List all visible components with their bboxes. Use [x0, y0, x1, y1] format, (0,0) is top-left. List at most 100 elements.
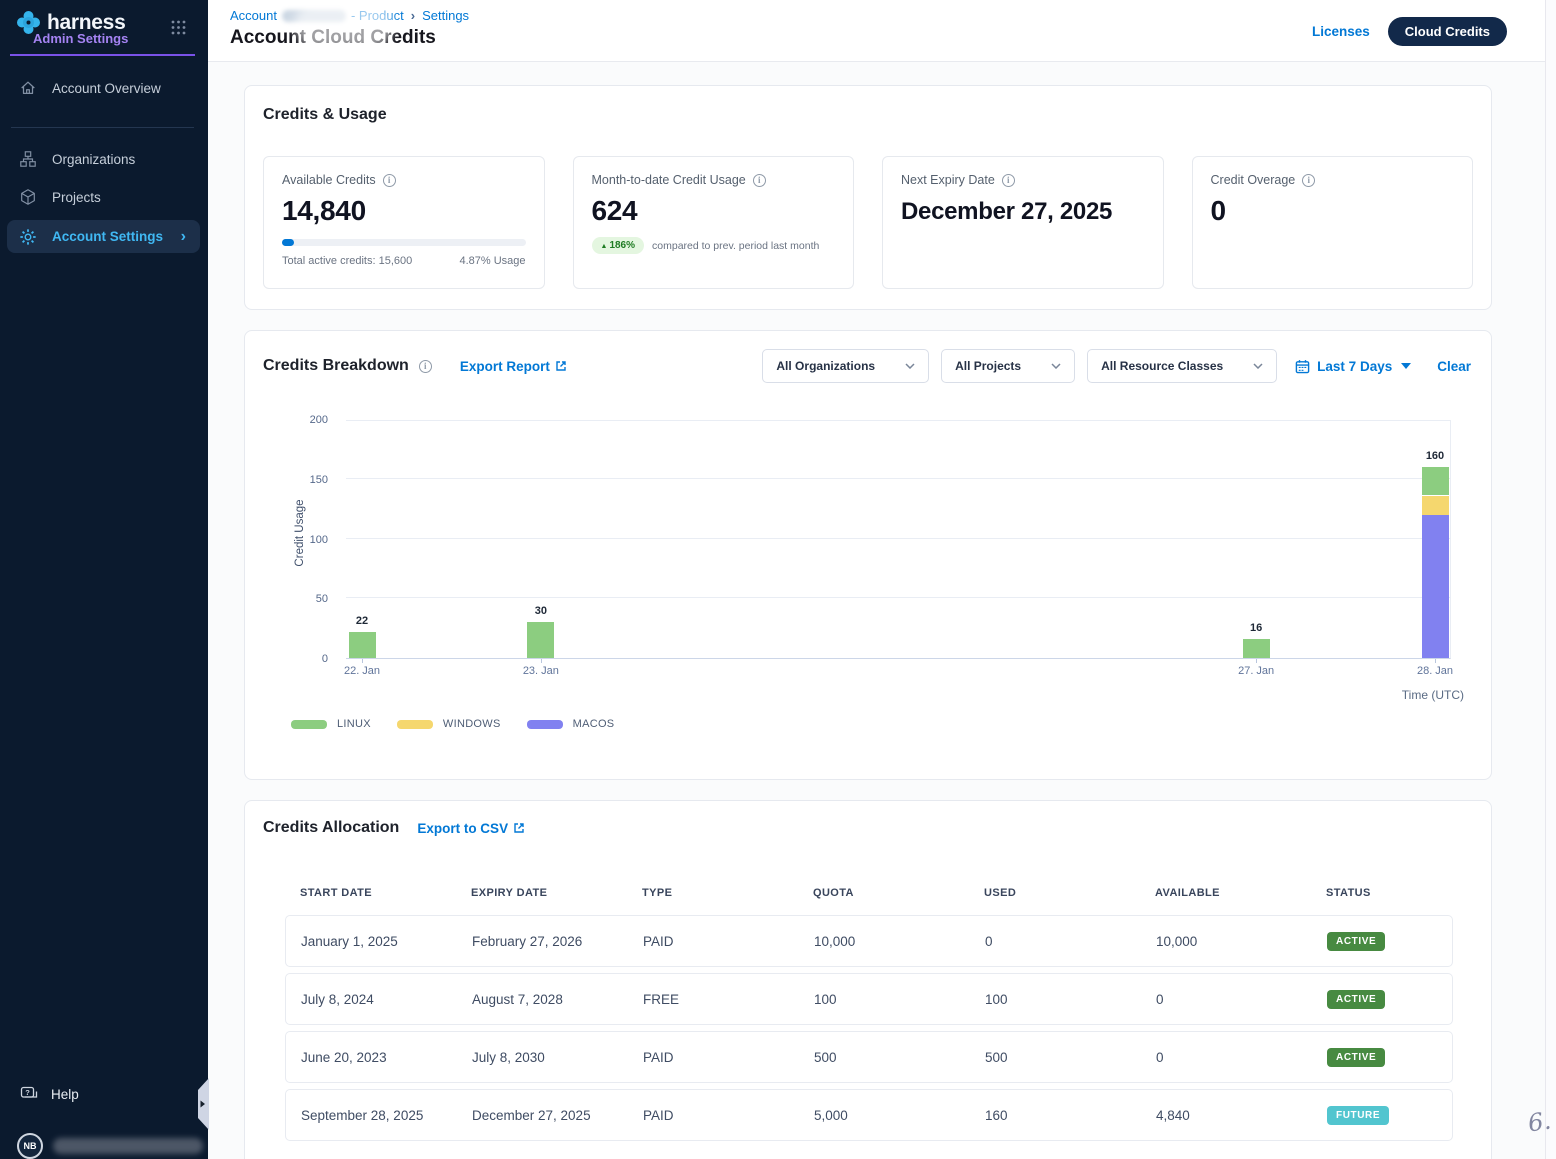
cube-icon — [19, 188, 37, 206]
table-row[interactable]: January 1, 2025February 27, 2026PAID10,0… — [285, 915, 1453, 967]
cell-type: FREE — [643, 992, 814, 1007]
filter-select[interactable]: All Projects — [941, 349, 1075, 383]
gridline — [346, 597, 1450, 598]
info-icon[interactable]: i — [419, 360, 432, 373]
y-tick-label: 100 — [286, 534, 328, 546]
table-row[interactable]: September 28, 2025December 27, 2025PAID5… — [285, 1089, 1453, 1141]
x-tick-label: 22. Jan — [322, 665, 402, 677]
x-tick-label: 23. Jan — [501, 665, 581, 677]
table-row[interactable]: June 20, 2023July 8, 2030PAID5005000ACTI… — [285, 1031, 1453, 1083]
cloud-credits-button[interactable]: Cloud Credits — [1388, 17, 1507, 46]
x-tick-mark — [1256, 659, 1257, 663]
cell-available: 10,000 — [1156, 934, 1327, 949]
y-tick-label: 200 — [286, 414, 328, 426]
sidebar-item-organizations[interactable]: Organizations — [0, 142, 208, 176]
y-tick-label: 0 — [286, 653, 328, 665]
sidebar-item-label: Projects — [52, 190, 101, 205]
credits-usage-panel: Credits & Usage Available Credits i 14,8… — [244, 85, 1492, 310]
info-icon[interactable]: i — [1002, 174, 1015, 187]
chevron-down-icon — [905, 363, 915, 369]
breadcrumb-settings[interactable]: Settings — [422, 8, 469, 23]
gridline — [346, 538, 1450, 539]
status-badge: ACTIVE — [1327, 932, 1385, 951]
user-row[interactable]: NB — [17, 1133, 203, 1159]
avatar[interactable]: NB — [17, 1133, 43, 1159]
sidebar-item-label: Account Overview — [52, 81, 161, 96]
export-csv-link[interactable]: Export to CSV — [417, 821, 525, 836]
cell-quota: 5,000 — [814, 1108, 985, 1123]
y-tick-label: 150 — [286, 474, 328, 486]
trend-note: compared to prev. period last month — [652, 240, 819, 252]
date-range-filter[interactable]: Last 7 Days — [1295, 359, 1411, 374]
admin-settings-subtitle: Admin Settings — [33, 31, 128, 46]
cell-quota: 100 — [814, 992, 985, 1007]
sidebar: harness Admin Settings Account Overview — [0, 0, 208, 1159]
next-expiry-card: Next Expiry Date i December 27, 2025 — [882, 156, 1164, 289]
redacted-account-name — [282, 10, 346, 22]
legend-item[interactable]: LINUX — [291, 718, 371, 730]
chart-y-axis: 050100150200 — [286, 420, 338, 659]
sidebar-collapse-handle[interactable] — [194, 1078, 209, 1135]
usage-percent: 4.87% Usage — [459, 255, 525, 267]
legend-swatch-windows — [397, 720, 433, 729]
column-header: START DATE — [300, 887, 471, 899]
filter-select[interactable]: All Organizations — [762, 349, 929, 383]
chart-plot: 223016160 — [346, 420, 1451, 659]
cell-used: 100 — [985, 992, 1156, 1007]
status-badge: ACTIVE — [1327, 1048, 1385, 1067]
cell-available: 4,840 — [1156, 1108, 1327, 1123]
export-report-link[interactable]: Export Report — [460, 359, 567, 374]
page-header: Account - Product › Settings Account Clo… — [208, 0, 1556, 62]
legend-item[interactable]: MACOS — [527, 718, 615, 730]
breadcrumb-product[interactable]: - Product — [351, 8, 404, 23]
content: Credits & Usage Available Credits i 14,8… — [208, 62, 1556, 1159]
next-expiry-value: December 27, 2025 — [901, 197, 1145, 227]
scrollbar-track[interactable] — [1545, 0, 1556, 1159]
trend-up-icon: ▲ — [601, 243, 608, 250]
info-icon[interactable]: i — [753, 174, 766, 187]
help-button[interactable]: ? Help — [20, 1086, 79, 1103]
cell-expiry: December 27, 2025 — [472, 1108, 643, 1123]
x-tick-mark — [362, 659, 363, 663]
bar-segment-linux[interactable] — [349, 632, 376, 658]
gridline — [346, 478, 1450, 479]
cell-used: 160 — [985, 1108, 1156, 1123]
status-badge: ACTIVE — [1327, 990, 1385, 1009]
sidebar-item-projects[interactable]: Projects — [0, 180, 208, 214]
available-credits-card: Available Credits i 14,840 Total active … — [263, 156, 545, 289]
allocation-table: START DATEEXPIRY DATETYPEQUOTAUSEDAVAILA… — [285, 887, 1453, 1141]
org-chart-icon — [19, 150, 37, 168]
sidebar-item-account-settings[interactable]: Account Settings › — [7, 220, 200, 253]
credit-overage-card: Credit Overage i 0 — [1192, 156, 1474, 289]
sidebar-item-label: Organizations — [52, 152, 135, 167]
x-tick-label: 27. Jan — [1216, 665, 1296, 677]
info-icon[interactable]: i — [383, 174, 396, 187]
bar-segment-linux[interactable] — [1243, 639, 1270, 658]
calendar-icon — [1295, 359, 1310, 374]
bar-segment-linux[interactable] — [527, 622, 554, 658]
filter-select[interactable]: All Resource Classes — [1087, 349, 1277, 383]
breadcrumb-account[interactable]: Account — [230, 8, 277, 23]
cell-expiry: August 7, 2028 — [472, 992, 643, 1007]
legend-item[interactable]: WINDOWS — [397, 718, 501, 730]
usage-section-title: Credits & Usage — [263, 106, 1473, 124]
column-header: EXPIRY DATE — [471, 887, 642, 899]
chart-legend: LINUX WINDOWS MACOS — [291, 718, 614, 730]
cell-available: 0 — [1156, 992, 1327, 1007]
table-row[interactable]: July 8, 2024August 7, 2028FREE1001000ACT… — [285, 973, 1453, 1025]
bar-value-label: 16 — [1236, 622, 1276, 634]
cell-start: July 8, 2024 — [301, 992, 472, 1007]
clear-filters-link[interactable]: Clear — [1437, 359, 1471, 374]
licenses-link[interactable]: Licenses — [1312, 24, 1370, 39]
bar-segment-windows[interactable] — [1422, 496, 1449, 515]
sidebar-item-account-overview[interactable]: Account Overview — [0, 71, 208, 105]
bar-segment-macos[interactable] — [1422, 515, 1449, 658]
info-icon[interactable]: i — [1302, 174, 1315, 187]
module-grid-icon[interactable] — [171, 20, 186, 40]
legend-swatch-linux — [291, 720, 327, 729]
cell-start: September 28, 2025 — [301, 1108, 472, 1123]
cell-expiry: July 8, 2030 — [472, 1050, 643, 1065]
sidebar-divider — [11, 127, 194, 128]
bar-segment-linux[interactable] — [1422, 467, 1449, 496]
filter-selects: All Organizations All Projects All Resourc… — [762, 349, 1277, 383]
